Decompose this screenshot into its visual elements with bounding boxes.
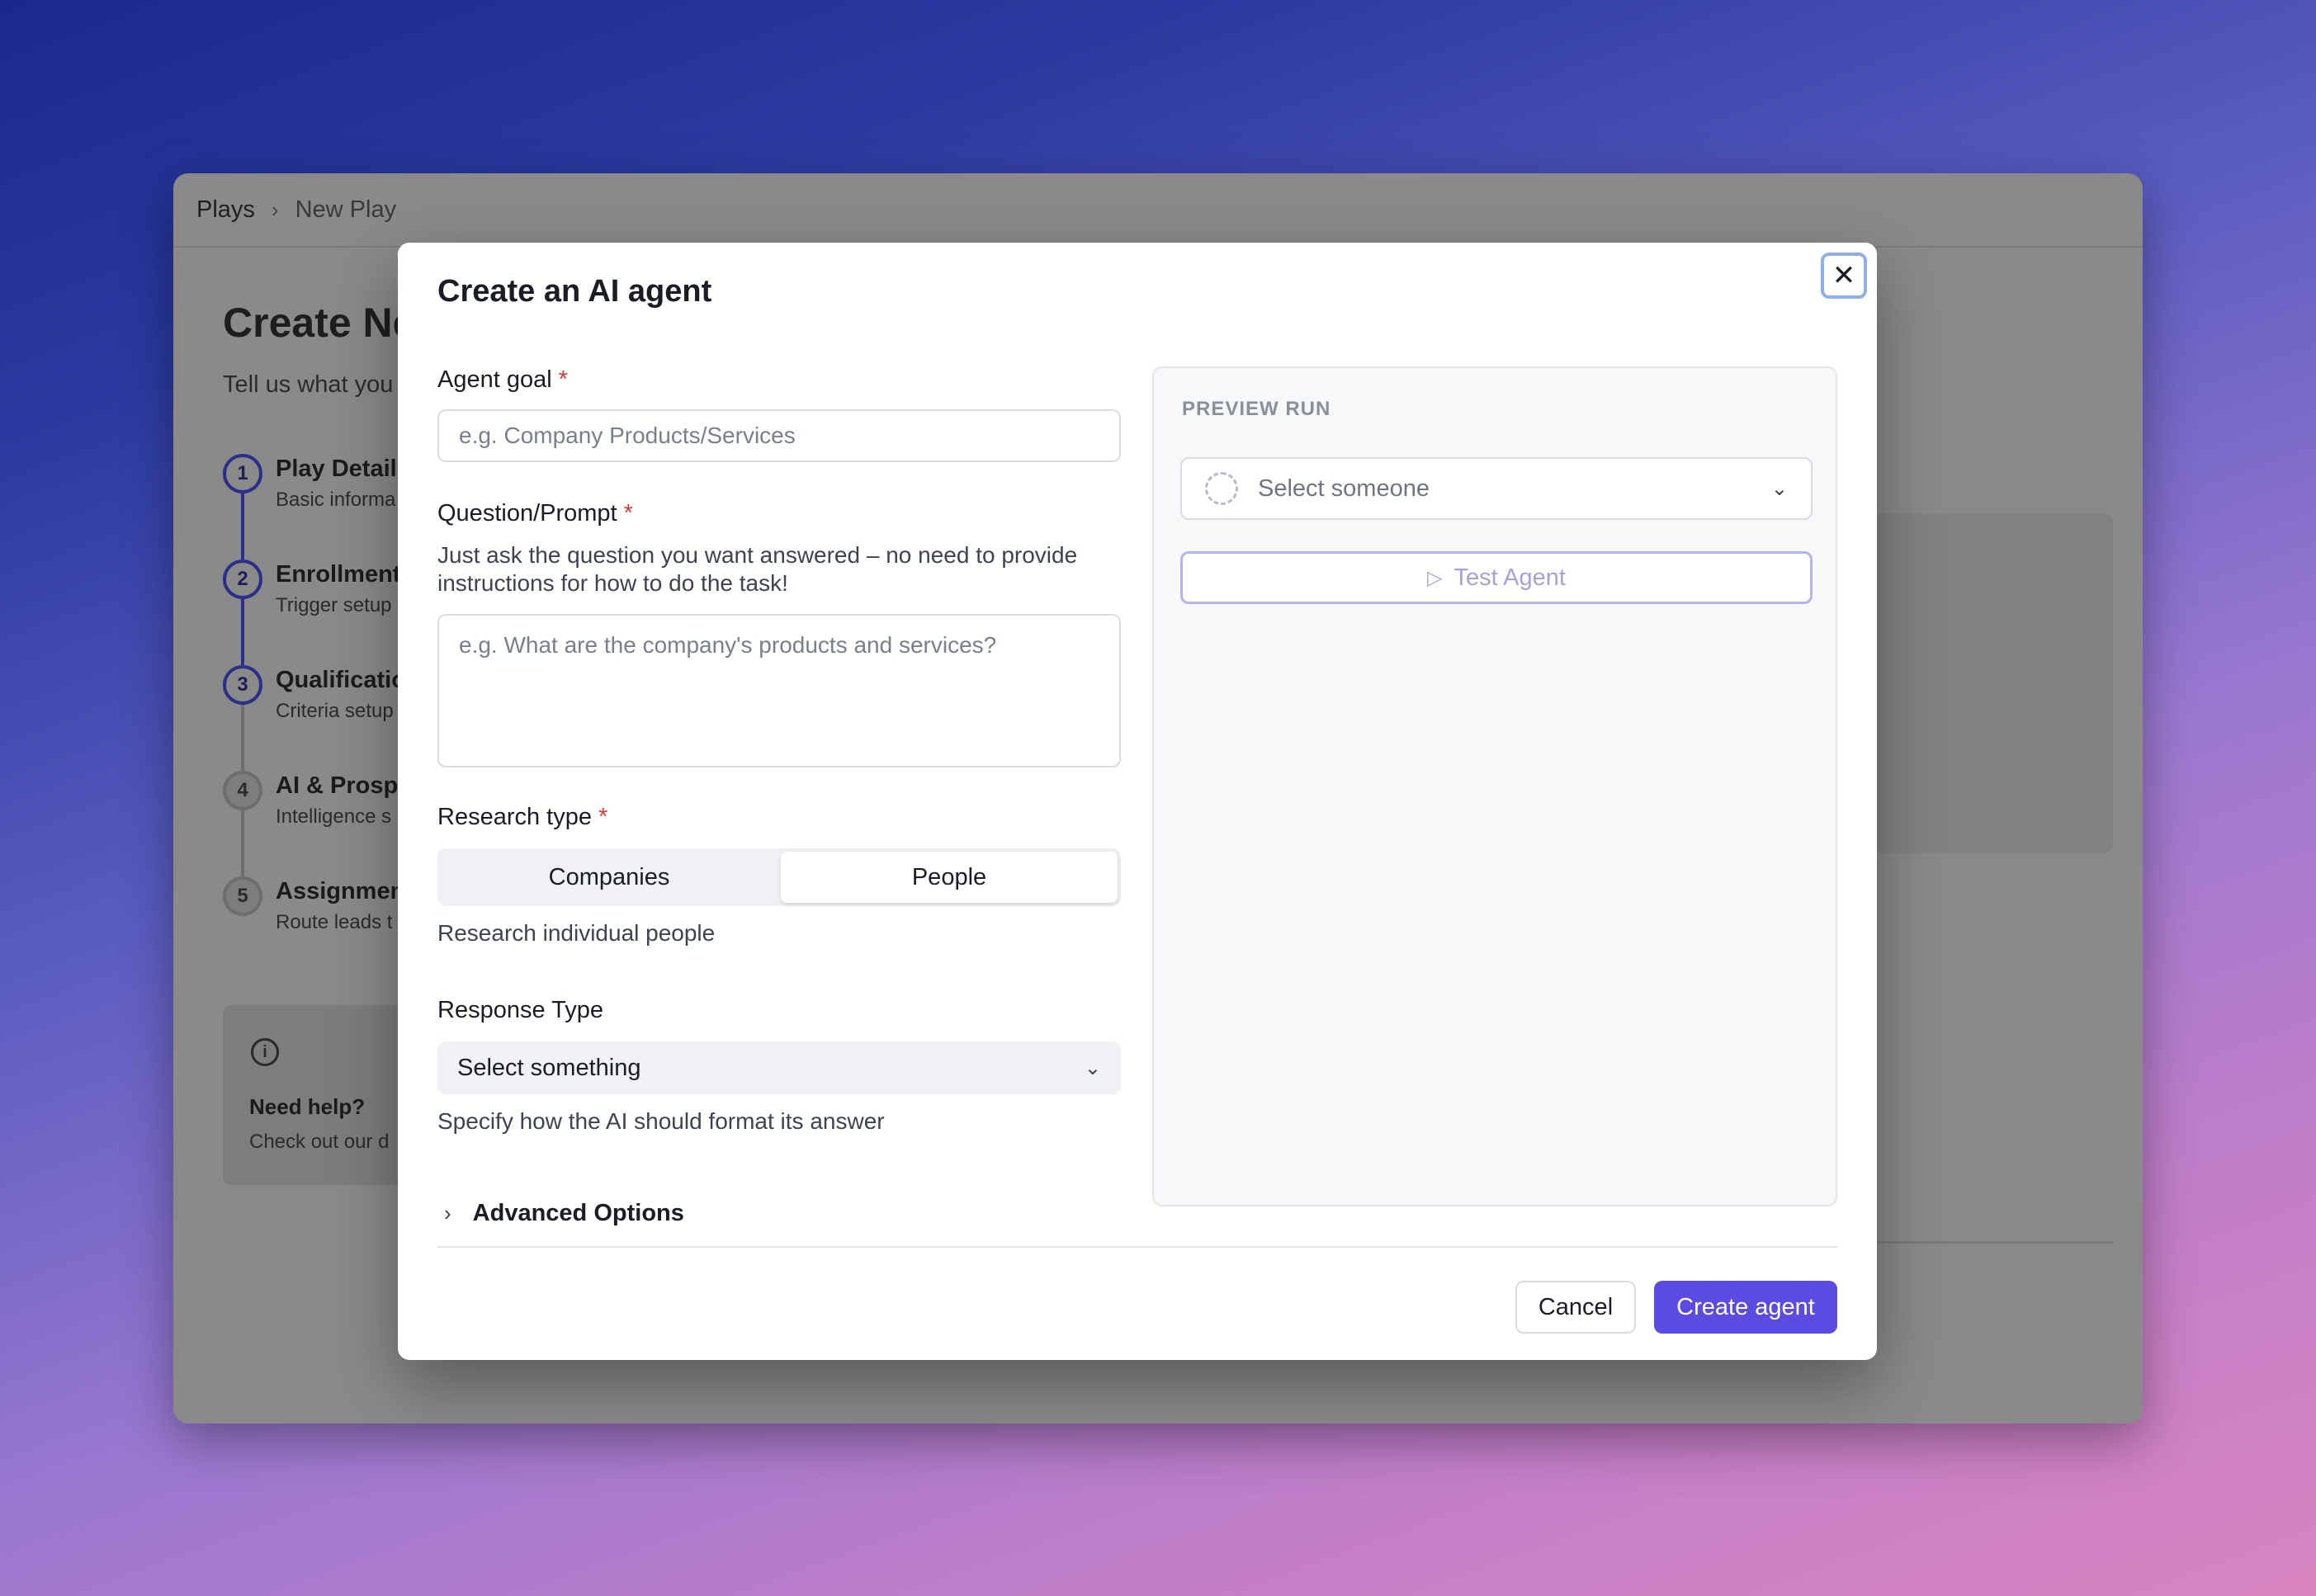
chevron-down-icon: ⌄: [1084, 1056, 1101, 1079]
play-icon: ▷: [1427, 566, 1443, 589]
step-subtitle: Intelligence s: [276, 805, 392, 828]
research-type-label: Research type *: [437, 804, 607, 831]
agent-goal-label-text: Agent goal: [437, 366, 552, 393]
breadcrumb-root[interactable]: Plays: [196, 196, 255, 224]
step-connector: [241, 599, 244, 665]
chevron-right-icon: ›: [444, 1201, 451, 1225]
create-agent-modal: Create an AI agent ✕ Agent goal * e.g. Co…: [398, 243, 1877, 1360]
agent-goal-placeholder: e.g. Company Products/Services: [459, 423, 796, 448]
step-subtitle: Criteria setup: [276, 700, 394, 722]
research-type-people[interactable]: People: [781, 852, 1118, 903]
required-marker: *: [623, 500, 633, 526]
question-label: Question/Prompt *: [437, 500, 633, 527]
step-number: 1: [223, 454, 262, 493]
breadcrumb-current: New Play: [295, 196, 397, 223]
step-number: 3: [223, 665, 262, 705]
step-number: 2: [223, 560, 262, 599]
create-agent-button[interactable]: Create agent: [1654, 1281, 1837, 1334]
preview-panel: PREVIEW RUN Select someone ⌄ ▷ Test Agen…: [1152, 366, 1837, 1206]
footer-divider: [437, 1246, 1837, 1248]
chevron-right-icon: ›: [271, 196, 279, 222]
step-subtitle: Trigger setup: [276, 594, 392, 616]
divider: [1874, 1241, 2113, 1244]
chevron-down-icon: ⌄: [1770, 477, 1788, 500]
step-subtitle: Basic informa: [276, 489, 396, 511]
page-subtitle: Tell us what you: [223, 371, 394, 398]
step-number: 5: [223, 876, 262, 916]
info-icon: i: [251, 1038, 279, 1066]
research-type-help: Research individual people: [437, 920, 716, 946]
question-textarea[interactable]: e.g. What are the company's products and…: [437, 614, 1121, 767]
close-button[interactable]: ✕: [1821, 253, 1867, 299]
select-someone-placeholder: Select someone: [1258, 475, 1430, 502]
research-type-toggle: Companies People: [437, 848, 1121, 906]
step-title: Qualificatio: [276, 667, 406, 693]
step-connector: [241, 810, 244, 876]
page-title: Create Ne: [223, 300, 416, 346]
step-connector: [241, 493, 244, 560]
test-agent-label: Test Agent: [1453, 564, 1566, 591]
step-subtitle: Route leads t: [276, 911, 393, 933]
advanced-options-label: Advanced Options: [472, 1200, 684, 1226]
required-marker: *: [558, 366, 568, 393]
response-type-label: Response Type: [437, 997, 603, 1023]
select-someone-dropdown[interactable]: Select someone ⌄: [1180, 457, 1813, 520]
agent-goal-input[interactable]: e.g. Company Products/Services: [437, 409, 1121, 462]
help-text: Check out our d: [249, 1131, 390, 1153]
background-panel: [1874, 513, 2113, 853]
step-number: 4: [223, 771, 262, 810]
response-type-help: Specify how the AI should format its ans…: [437, 1108, 885, 1134]
question-label-text: Question/Prompt: [437, 500, 617, 526]
modal-title: Create an AI agent: [437, 274, 712, 309]
step-connector: [241, 705, 244, 771]
advanced-options-toggle[interactable]: › Advanced Options: [444, 1200, 684, 1227]
cancel-button[interactable]: Cancel: [1515, 1281, 1636, 1334]
help-title: Need help?: [249, 1094, 366, 1119]
agent-goal-label: Agent goal *: [437, 366, 568, 394]
step-title: AI & Prospe: [276, 772, 412, 799]
breadcrumb: Plays › New Play: [173, 173, 2143, 248]
required-marker: *: [598, 804, 608, 830]
question-placeholder: e.g. What are the company's products and…: [459, 632, 997, 658]
test-agent-button[interactable]: ▷ Test Agent: [1180, 551, 1813, 604]
step-title: Enrollment: [276, 561, 401, 588]
help-card: i Need help? Check out our d: [223, 1005, 404, 1185]
close-icon: ✕: [1832, 260, 1856, 291]
response-type-value: Select something: [457, 1054, 641, 1081]
research-type-label-text: Research type: [437, 804, 592, 830]
step-title: Play Details: [276, 456, 410, 482]
step-title: Assignmen: [276, 878, 405, 904]
preview-label: PREVIEW RUN: [1182, 398, 1331, 420]
question-help: Just ask the question you want answered …: [437, 542, 1078, 596]
response-type-select[interactable]: Select something ⌄: [437, 1041, 1121, 1094]
avatar-placeholder-icon: [1205, 472, 1238, 505]
research-type-companies[interactable]: Companies: [441, 852, 778, 903]
